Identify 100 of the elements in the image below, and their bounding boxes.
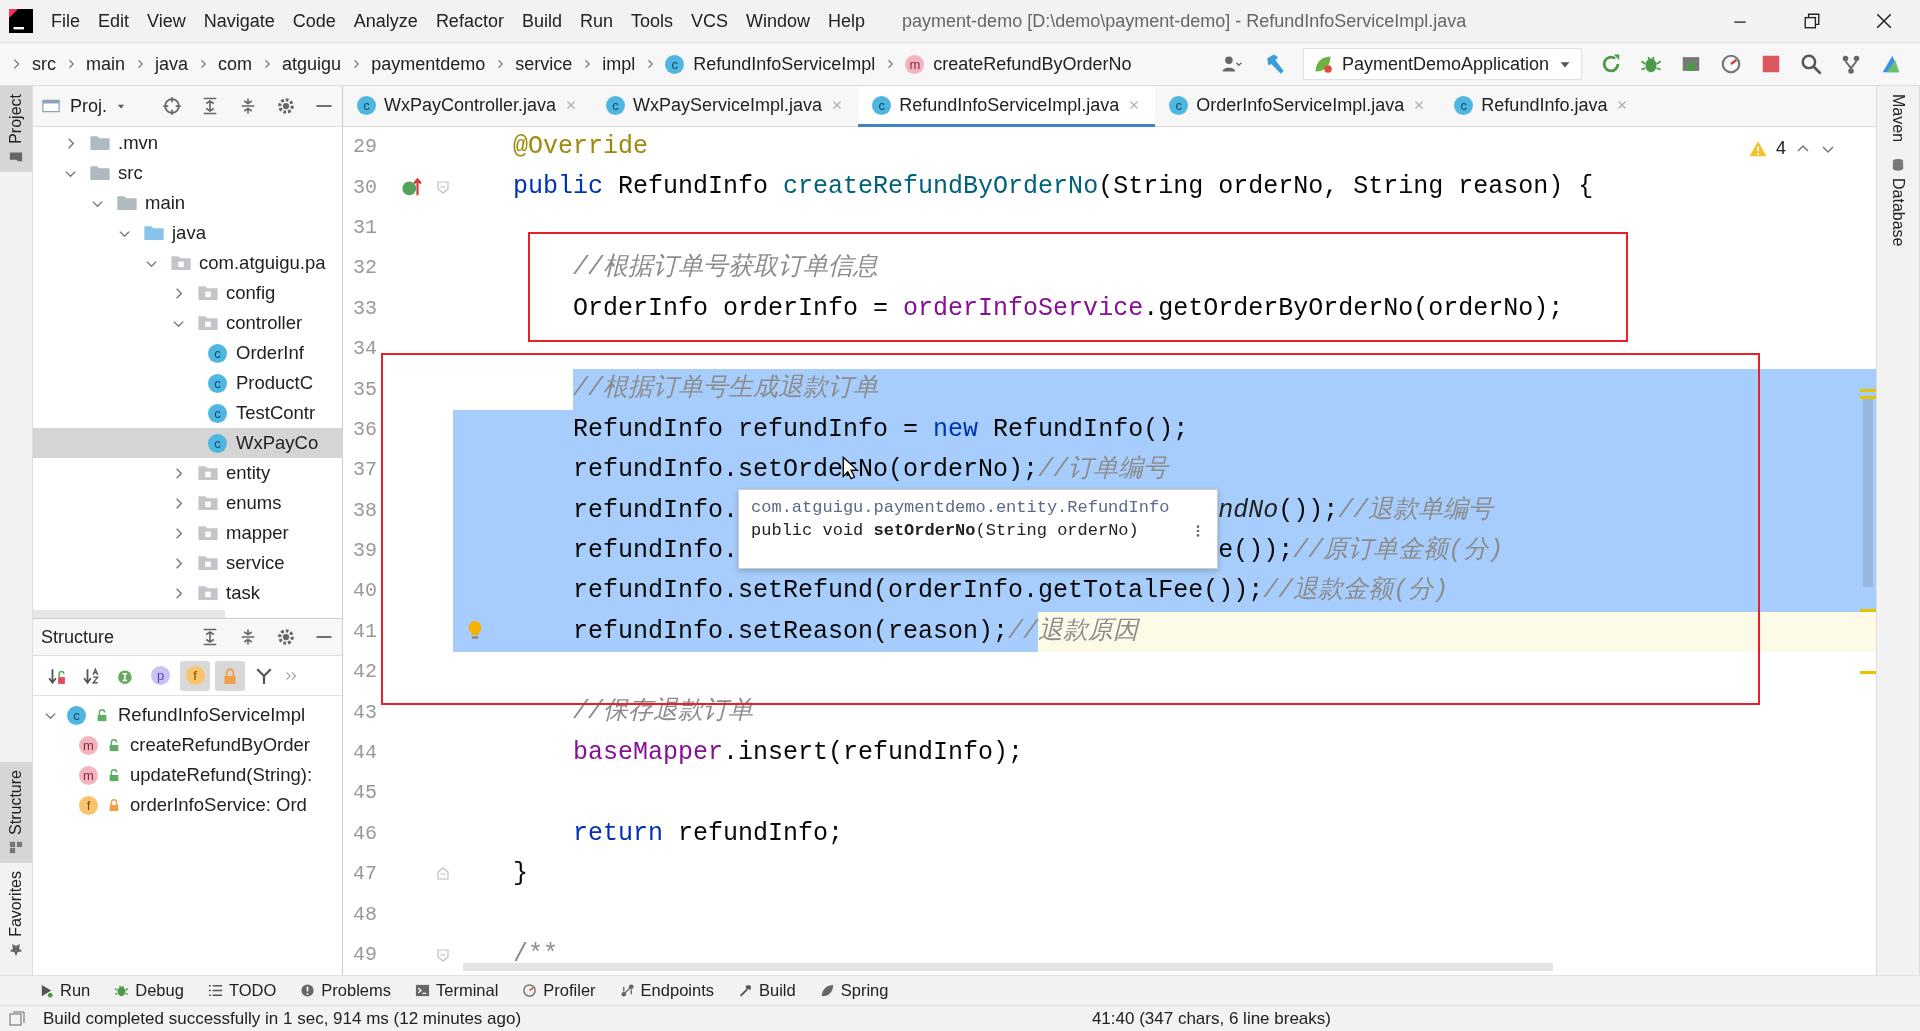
tree-item[interactable]: c TestContr [33,398,342,428]
structure-item[interactable]: orderInfoService: Ord [130,791,307,819]
code-text: OrderInfo orderInfo = [573,292,890,325]
run-config-label: PaymentDemoApplication [1341,52,1549,76]
tool-window-button[interactable]: Project [0,86,32,172]
menu-item[interactable]: Window [737,7,820,35]
structure-item[interactable]: updateRefund(String): [130,761,313,789]
build-icon [738,983,753,998]
breadcrumb-item[interactable]: createRefundByOrderNo [933,50,1132,78]
stop-icon[interactable] [1760,53,1782,75]
tool-window-button[interactable]: Endpoints [640,978,714,1003]
menu-item[interactable]: Tools [621,7,682,35]
menu-item[interactable]: Edit [89,7,139,35]
breadcrumb-item[interactable]: com [218,50,253,78]
code-text: } [513,858,529,891]
code-text: refundInfo. [573,490,739,531]
tool-window-button[interactable]: Profiler [543,978,596,1003]
tree-item[interactable]: java [33,218,342,248]
class-icon: c [1169,95,1189,115]
fields-toggle[interactable]: f [180,660,210,691]
menu-item[interactable]: Code [283,7,345,35]
tool-window-label[interactable]: Favorites [4,871,28,937]
warning-count[interactable]: 4 [1776,135,1786,162]
tree-item[interactable]: main [33,188,342,218]
code-text: e()); [1218,530,1294,572]
tree-item[interactable]: src [33,158,342,188]
profiler-icon[interactable] [1720,53,1742,75]
editor-tab[interactable]: c OrderInfoServiceImpl.java [1155,86,1441,127]
tree-item[interactable]: c WxPayCo [33,428,342,458]
tool-window-button[interactable]: Spring [840,978,889,1003]
line-number: 46 [352,820,377,847]
breadcrumb-item[interactable]: java [155,50,189,78]
menu-item[interactable]: Build [512,7,571,35]
tool-window-label[interactable]: Project [4,94,28,144]
menu-item[interactable]: Help [819,7,875,35]
tool-window-button[interactable]: TODO [228,978,277,1003]
tree-item[interactable]: enums [33,488,342,518]
sort-by-visibility-icon [48,666,66,685]
editor-tab[interactable]: c RefundInfoServiceImpl.java [858,86,1156,127]
method-signature: public void setOrderNo(String orderNo) [751,520,1139,543]
tree-item[interactable]: mapper [33,518,342,548]
cursor-position[interactable]: 41:40 (347 chars, 6 line breaks) [1091,1005,1331,1031]
tree-item[interactable]: service [33,548,342,578]
tool-window-button[interactable]: Debug [135,978,184,1003]
non-public-toggle[interactable] [214,660,245,691]
menu-item[interactable]: VCS [682,7,737,35]
structure-item[interactable]: createRefundByOrder [130,731,310,759]
menu-item[interactable]: Run [570,7,622,35]
editor-tab[interactable]: c WxPayServiceImpl.java [592,86,859,127]
structure-item[interactable]: RefundInfoServiceImpl [118,701,306,729]
tool-window-label[interactable]: Maven [1886,94,1910,143]
panel-title-dropdown[interactable]: Proj. [70,92,107,120]
menu-item[interactable]: File [42,7,89,35]
rerun-icon[interactable] [1600,53,1622,75]
toolbox-icon[interactable] [1880,53,1902,75]
breadcrumb-item[interactable]: impl [602,50,636,78]
menu-item[interactable]: Analyze [344,7,427,35]
tree-item[interactable]: com.atguigu.pa [33,248,342,278]
code-text: orderInfoService [903,292,1144,325]
settings-icon[interactable] [276,96,296,116]
tree-item[interactable]: .mvn [33,128,342,158]
breadcrumb-item[interactable]: main [86,50,125,78]
branch-icon[interactable] [1840,53,1862,75]
tree-item[interactable]: controller [33,308,342,338]
code-text: refundInfo.setRefund(orderInfo.getTotalFee()); [573,571,1264,612]
menu-item[interactable]: Navigate [194,7,284,35]
tool-window-label[interactable]: Database [1886,178,1910,247]
restore-icon[interactable] [1803,12,1821,30]
app-logo-icon[interactable] [9,9,33,33]
close-icon[interactable] [1875,12,1893,30]
tool-window-button[interactable]: Favorites [0,863,32,965]
tree-item[interactable]: c OrderInf [33,338,342,368]
code-text: refundInfo. [573,530,739,572]
tree-item[interactable]: entity [33,458,342,488]
breadcrumb-item[interactable]: src [32,50,56,78]
locate-icon[interactable] [162,96,182,116]
breadcrumb-item[interactable]: service [515,50,573,78]
tool-window-button[interactable]: Terminal [436,978,499,1003]
tool-window-label[interactable]: Structure [4,770,28,836]
tool-window-button[interactable]: Run [60,978,91,1003]
breadcrumb-item[interactable]: atguigu [282,50,342,78]
code-text: createRefundByOrderNo [783,171,1099,204]
tool-window-button[interactable]: Database [1877,150,1919,255]
breadcrumb-item[interactable]: RefundInfoServiceImpl [693,50,876,78]
tree-item[interactable]: config [33,278,342,308]
breadcrumb-item[interactable]: paymentdemo [371,50,486,78]
tool-window-button[interactable]: Maven [1877,86,1919,151]
menu-item[interactable]: Refactor [426,7,513,35]
menu-item[interactable]: View [138,7,195,35]
tree-item[interactable]: c ProductC [33,368,342,398]
tool-window-button[interactable]: Structure [0,762,32,864]
tool-window-button[interactable]: Problems [321,978,391,1003]
tool-window-button[interactable]: Build [759,978,796,1003]
run-config-dropdown[interactable]: PaymentDemoApplication [1302,48,1582,80]
properties-toggle[interactable]: p [145,660,176,691]
tree-item[interactable]: task [33,578,342,608]
settings-icon[interactable] [276,627,296,647]
editor-tab[interactable]: c WxPayController.java [343,86,593,127]
editor-tab[interactable]: c RefundInfo.java [1440,86,1644,127]
search-icon[interactable] [1800,53,1822,75]
